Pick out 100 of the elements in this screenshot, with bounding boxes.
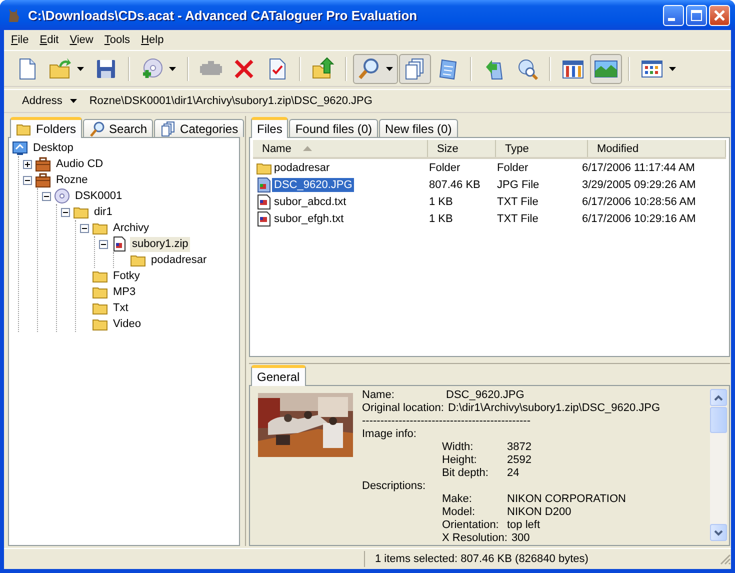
menu-item[interactable]: Edit: [34, 31, 65, 49]
minimize-button[interactable]: [663, 4, 684, 26]
collapse-button[interactable]: [23, 176, 32, 184]
table-cell-text: 1 KB: [428, 196, 454, 208]
field-value: D:\dir1\Archivy\subory1.zip\DSC_9620.JPG: [448, 402, 660, 415]
chevron-up-icon: [714, 394, 723, 400]
field-label: X Resolution:: [442, 532, 508, 545]
app-icon: [6, 7, 22, 23]
collapse-button[interactable]: [80, 224, 89, 232]
file-name[interactable]: DSC_9620.JPG: [272, 178, 354, 192]
caret-icon: [70, 99, 78, 103]
tab[interactable]: General: [251, 365, 306, 386]
tab[interactable]: Categories: [154, 119, 244, 137]
file-name[interactable]: podadresar: [272, 160, 332, 174]
menu-item[interactable]: Help: [136, 31, 170, 49]
tree-item[interactable]: Txt: [111, 300, 130, 316]
menu-item[interactable]: View: [64, 31, 100, 49]
collapse-button[interactable]: [99, 240, 108, 248]
tab[interactable]: Files: [251, 117, 288, 138]
scroll-down-button[interactable]: [710, 524, 727, 541]
folder-arrow-icon: [48, 56, 72, 80]
expand-button[interactable]: [23, 160, 32, 168]
field-value: NIKON CORPORATION: [507, 493, 626, 506]
resize-grip-icon[interactable]: [719, 553, 731, 565]
caret-icon: [77, 66, 84, 70]
field-label: Bit depth:: [442, 467, 490, 480]
chevron-down-icon: [714, 530, 723, 536]
field-label: Original location:: [362, 402, 445, 415]
tab[interactable]: Found files (0): [289, 119, 378, 137]
table-cell-text: TXT File: [496, 196, 540, 208]
field-label: Orientation:: [442, 519, 500, 532]
tab[interactable]: New files (0): [379, 119, 458, 137]
table-cell-text: 1 KB: [428, 212, 454, 224]
collapse-button[interactable]: [61, 208, 70, 216]
column-header[interactable]: Size: [428, 140, 496, 157]
tab[interactable]: Search: [83, 119, 154, 137]
tree-item[interactable]: podadresar: [149, 252, 209, 268]
address-dropdown[interactable]: Address: [20, 95, 82, 107]
table-cell-text: Folder: [428, 162, 462, 174]
field-value: 2592: [507, 454, 532, 467]
field-label: Make:: [442, 493, 473, 506]
field-label: Height:: [442, 454, 478, 467]
table-cell-text: 6/17/2006 10:28:56 AM: [581, 196, 697, 208]
column-header[interactable]: Modified: [588, 140, 726, 157]
scrollbar[interactable]: [710, 389, 727, 541]
caret-icon: [386, 66, 393, 70]
scroll-up-button[interactable]: [710, 389, 727, 406]
column-header[interactable]: Type: [496, 140, 588, 157]
toolbar-button[interactable]: [590, 54, 622, 84]
table-cell-text: TXT File: [496, 212, 540, 224]
status-text: 1 items selected: 807.46 KB (826840 bytes): [375, 553, 588, 565]
tree-item[interactable]: MP3: [111, 284, 138, 300]
field-value: 3872: [507, 441, 532, 454]
briefcase-icon: [35, 156, 51, 172]
collapse-button[interactable]: [42, 192, 51, 200]
tree-item[interactable]: Desktop: [31, 140, 76, 156]
scroll-thumb[interactable]: [710, 407, 727, 433]
close-button[interactable]: [709, 4, 730, 26]
file-name[interactable]: subor_efgh.txt: [272, 212, 346, 226]
section-heading: Image info:: [362, 428, 416, 441]
tree-item[interactable]: Video: [111, 316, 143, 332]
table-cell-text: 6/17/2006 10:29:16 AM: [581, 212, 697, 224]
field-label: Name:: [362, 389, 396, 402]
field-label: Width:: [442, 441, 474, 454]
file-name[interactable]: subor_abcd.txt: [272, 194, 348, 208]
menu-item[interactable]: File: [6, 31, 35, 49]
table-cell-text: 3/29/2005 09:29:26 AM: [581, 178, 697, 190]
disc-icon: [54, 188, 70, 204]
field-value: NIKON D200: [507, 506, 572, 519]
dashed-rule: ----------------------------------------------: [362, 415, 531, 428]
search-icon: [89, 120, 106, 136]
toolbar-button[interactable]: [353, 54, 398, 84]
diagonal-lines-icon: [719, 553, 731, 565]
tree-item[interactable]: dir1: [92, 204, 114, 220]
window-title: C:\Downloads\CDs.acat - Advanced CATaloguer Pro Evaluation: [28, 8, 418, 22]
disc-add-icon: [140, 56, 164, 80]
search-icon: [357, 56, 381, 80]
caret-icon: [669, 66, 676, 70]
tab[interactable]: Folders: [10, 117, 82, 138]
tree-item[interactable]: Fotky: [111, 268, 142, 284]
folder-up-icon: [311, 56, 335, 80]
toolbar-button[interactable]: [399, 54, 431, 84]
field-value: 24: [507, 467, 520, 480]
column-header[interactable]: Name: [253, 140, 428, 157]
field-value: DSC_9620.JPG: [446, 389, 524, 402]
section-heading: Descriptions:: [362, 480, 426, 493]
table-cell-text: Folder: [496, 162, 530, 174]
menu-item[interactable]: Tools: [99, 31, 136, 49]
table-cell-text: 6/17/2006 11:17:44 AM: [581, 162, 696, 174]
caret-icon: [169, 66, 176, 70]
tree-item[interactable]: Archivy: [111, 220, 152, 236]
maximize-button[interactable]: [686, 4, 707, 26]
tree-item[interactable]: Rozne: [54, 172, 90, 188]
tree-item[interactable]: Audio CD: [54, 156, 106, 172]
table-cell-text: JPG File: [496, 178, 540, 190]
image-file-icon: [256, 176, 272, 192]
field-value: 300: [511, 532, 530, 545]
tree-item[interactable]: DSK0001: [73, 188, 124, 204]
tree-item[interactable]: subory1.zip: [130, 236, 190, 252]
close-icon: [713, 8, 726, 22]
